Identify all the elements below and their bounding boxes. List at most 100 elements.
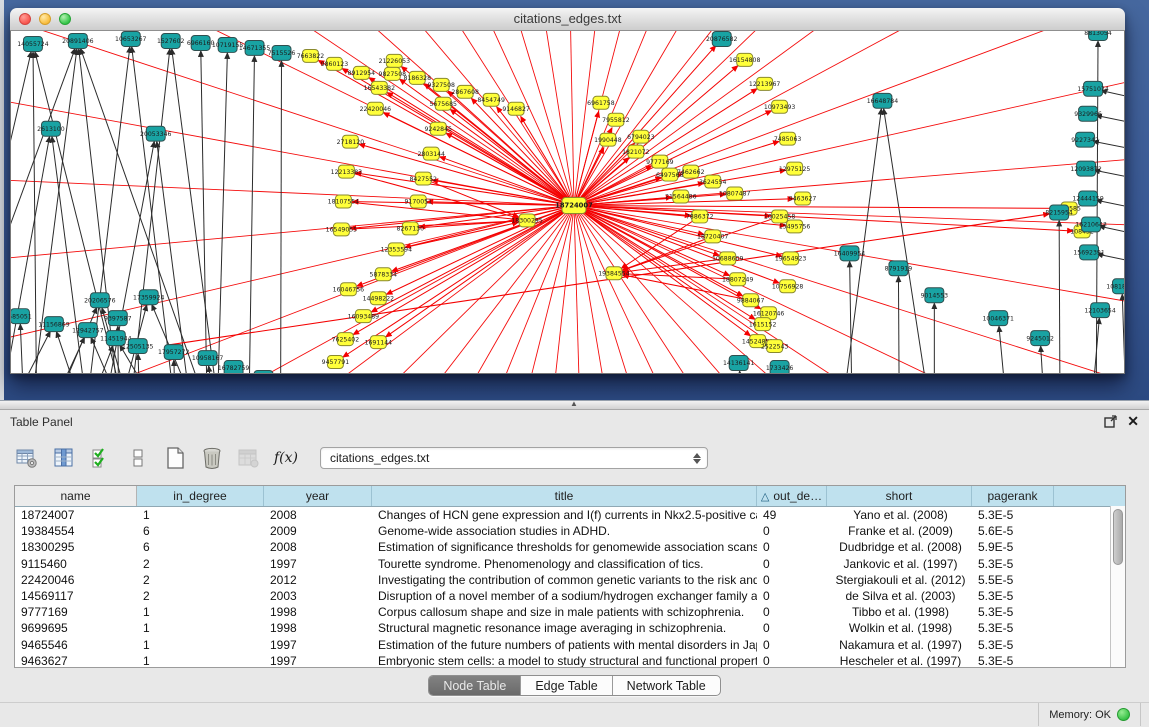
graph-node[interactable]: 12213967: [749, 77, 781, 90]
delete-column-icon[interactable]: [199, 445, 225, 471]
graph-node[interactable]: 10818300: [1106, 279, 1124, 294]
graph-node[interactable]: 15751074: [1077, 81, 1109, 96]
graph-node[interactable]: 17957272: [158, 345, 190, 360]
table-cell[interactable]: 2008: [264, 508, 372, 522]
splitter-grip-icon[interactable]: ▲: [570, 399, 578, 408]
table-cell[interactable]: Jankovic et al. (1997): [827, 557, 972, 571]
table-cell[interactable]: 9699695: [15, 621, 137, 635]
table-cell[interactable]: 5.3E-5: [972, 589, 1054, 603]
table-row[interactable]: 1456911722003Disruption of a novel membe…: [15, 588, 1125, 604]
graph-node[interactable]: 20891406: [62, 33, 94, 48]
graph-node[interactable]: 1527602: [157, 33, 185, 48]
table-cell[interactable]: 0: [757, 621, 827, 635]
graph-node[interactable]: 9227342: [1071, 132, 1099, 147]
function-builder-icon[interactable]: f(x): [273, 445, 299, 471]
graph-node[interactable]: 16782759: [218, 361, 250, 373]
graph-node[interactable]: 20053346: [140, 126, 172, 141]
graph-node[interactable]: 16093489: [348, 310, 380, 323]
table-cell[interactable]: 0: [757, 589, 827, 603]
column-header-short[interactable]: short: [827, 486, 972, 506]
table-cell[interactable]: Stergiakouli et al. (2012): [827, 573, 972, 587]
table-row[interactable]: 1938455462009Genome-wide association stu…: [15, 523, 1125, 539]
graph-node[interactable]: 8267130: [397, 222, 425, 235]
column-header-out_de[interactable]: △out_de…: [757, 486, 827, 506]
graph-node[interactable]: 16648784: [867, 93, 899, 108]
delete-table-icon[interactable]: [236, 445, 262, 471]
select-all-icon[interactable]: [88, 445, 114, 471]
table-row[interactable]: 2242004622012Investigating the contribut…: [15, 572, 1125, 588]
table-cell[interactable]: 5.3E-5: [972, 508, 1054, 522]
network-view-window[interactable]: citations_edges.txt 76638229860123891295…: [10, 8, 1125, 374]
table-cell[interactable]: 9115460: [15, 557, 137, 571]
table-cell[interactable]: Hescheler et al. (1997): [827, 654, 972, 668]
panel-splitter[interactable]: ▲: [0, 400, 1149, 410]
table-cell[interactable]: 49: [757, 508, 827, 522]
table-cell[interactable]: Estimation of significance thresholds fo…: [372, 540, 757, 554]
table-cell[interactable]: 5.3E-5: [972, 654, 1054, 668]
table-cell[interactable]: 9463627: [15, 654, 137, 668]
graph-node[interactable]: 20206576: [84, 293, 116, 308]
tab-edge-table[interactable]: Edge Table: [520, 676, 611, 695]
table-cell[interactable]: 5.5E-5: [972, 573, 1054, 587]
graph-node[interactable]: 8912954: [348, 66, 376, 79]
unselect-all-icon[interactable]: [125, 445, 151, 471]
graph-node[interactable]: 9457791: [322, 356, 350, 369]
graph-node[interactable]: 7515526: [268, 45, 296, 60]
graph-node[interactable]: 7625402: [332, 333, 360, 346]
table-cell[interactable]: 6: [137, 540, 264, 554]
table-row[interactable]: 1830029562008Estimation of significance …: [15, 539, 1125, 555]
graph-node[interactable]: 1990448: [594, 133, 622, 146]
table-cell[interactable]: 2003: [264, 589, 372, 603]
graph-node[interactable]: 9827508: [379, 67, 407, 80]
graph-node[interactable]: 12942757: [72, 323, 104, 338]
table-mode-icon[interactable]: [14, 445, 40, 471]
minimize-window-icon[interactable]: [39, 13, 51, 25]
table-cell[interactable]: Disruption of a novel member of a sodium…: [372, 589, 757, 603]
graph-node[interactable]: 9329966: [1074, 106, 1102, 121]
table-cell[interactable]: de Silva et al. (2003): [827, 589, 972, 603]
graph-node[interactable]: 9884067: [737, 294, 765, 307]
table-cell[interactable]: Nakamura et al. (1997): [827, 638, 972, 652]
table-cell[interactable]: 22420046: [15, 573, 137, 587]
scrollbar-thumb[interactable]: [1113, 509, 1123, 565]
table-cell[interactable]: Embryonic stem cells: a model to study s…: [372, 654, 757, 668]
graph-node[interactable]: 18107554: [328, 195, 360, 208]
tab-node-table[interactable]: Node Table: [429, 676, 520, 695]
graph-node[interactable]: 14671355: [239, 40, 271, 55]
graph-node[interactable]: 8427552: [410, 172, 438, 185]
graph-node[interactable]: 16543382: [364, 81, 396, 94]
table-row[interactable]: 977716911998Corpus callosum shape and si…: [15, 604, 1125, 620]
graph-node[interactable]: 6961758: [587, 96, 615, 109]
table-row[interactable]: 969969511998Structural magnetic resonanc…: [15, 620, 1125, 636]
citation-network-graph[interactable]: 7663822986012389129542122605398275081654…: [11, 31, 1124, 373]
new-column-icon[interactable]: [162, 445, 188, 471]
table-cell[interactable]: 0: [757, 654, 827, 668]
table-cell[interactable]: 9777169: [15, 605, 137, 619]
graph-node[interactable]: 9245012: [1026, 331, 1054, 346]
graph-node[interactable]: 10653267: [115, 31, 147, 46]
graph-node[interactable]: 9170051: [405, 195, 433, 208]
table-cell[interactable]: Wolkin et al. (1998): [827, 621, 972, 635]
table-cell[interactable]: Corpus callosum shape and size in male p…: [372, 605, 757, 619]
table-cell[interactable]: 1: [137, 621, 264, 635]
table-cell[interactable]: 1: [137, 508, 264, 522]
table-cell[interactable]: 2: [137, 557, 264, 571]
graph-node[interactable]: 12923446: [248, 371, 280, 373]
graph-node[interactable]: 21564486: [665, 190, 697, 203]
table-cell[interactable]: 5.3E-5: [972, 638, 1054, 652]
graph-node[interactable]: 15692391: [1073, 245, 1105, 260]
table-cell[interactable]: 2: [137, 573, 264, 587]
graph-node[interactable]: 7485063: [774, 132, 802, 145]
graph-node[interactable]: 21226053: [379, 54, 411, 67]
table-cell[interactable]: 9465546: [15, 638, 137, 652]
graph-node[interactable]: 6966160: [187, 35, 215, 50]
table-cell[interactable]: 18300295: [15, 540, 137, 554]
table-cell[interactable]: 1998: [264, 621, 372, 635]
graph-node[interactable]: 12213383: [331, 165, 363, 178]
column-header-name[interactable]: name: [15, 486, 137, 506]
graph-node[interactable]: 12103654: [1084, 303, 1116, 318]
table-vertical-scrollbar[interactable]: [1110, 506, 1125, 667]
table-cell[interactable]: 1: [137, 638, 264, 652]
graph-node[interactable]: 7955812: [602, 113, 630, 126]
table-cell[interactable]: 14569117: [15, 589, 137, 603]
